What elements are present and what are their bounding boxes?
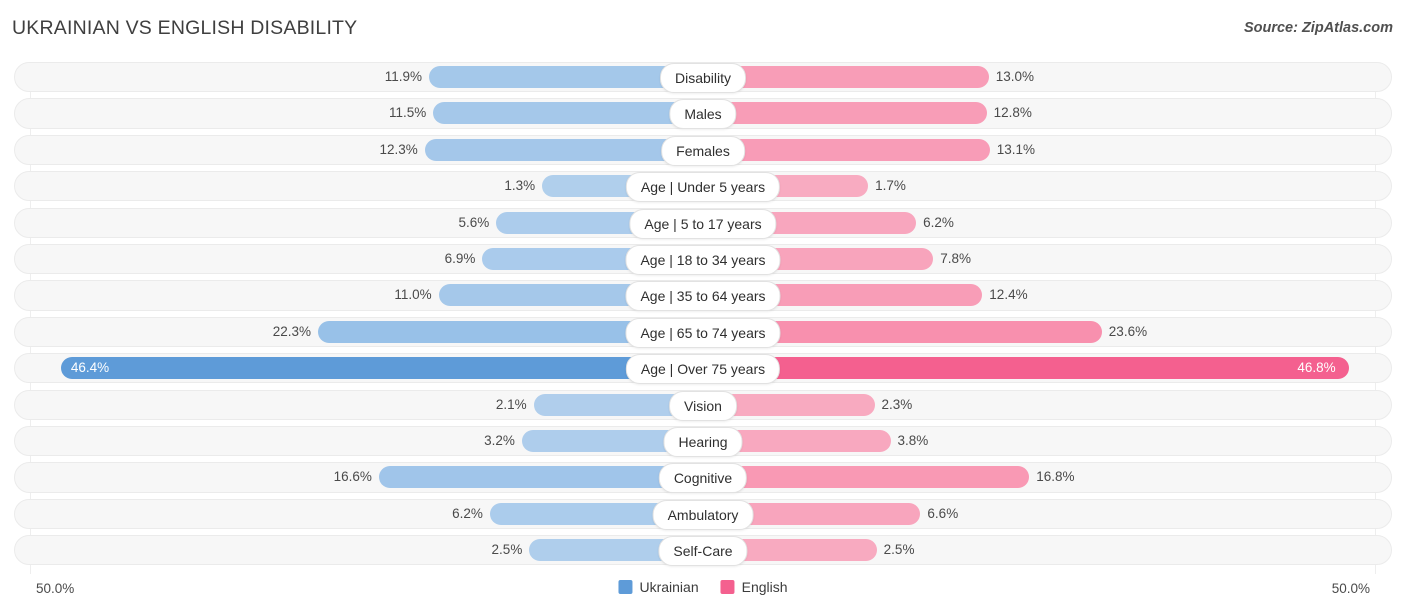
category-label: Age | 18 to 34 years [625,244,781,275]
value-label-ukrainian: 12.3% [379,141,418,157]
chart-row: 22.3% 23.6% Age | 65 to 74 years [0,316,1406,348]
value-label-english: 13.0% [995,69,1034,84]
value-label-english: 2.5% [883,542,915,558]
chart-row: 46.4% 46.8% Age | Over 75 years [0,353,1406,385]
category-label: Disability [659,63,747,93]
category-label: Age | Under 5 years [625,172,781,203]
bar-english [703,466,1030,489]
category-label: Females [661,135,745,166]
value-label-english: 6.6% [927,505,959,521]
bar-ukrainian [378,466,703,489]
value-label-english: 23.6% [1108,323,1148,339]
category-label: Cognitive [658,463,748,494]
chart-row: 11.9% 13.0% Disability [0,62,1406,93]
page-title: UKRAINIAN VS ENGLISH DISABILITY [12,17,358,39]
value-label-ukrainian: 11.9% [384,69,423,84]
chart-row: 16.6% 16.8% Cognitive [0,462,1406,494]
chart-header: UKRAINIAN VS ENGLISH DISABILITY Source: … [0,0,1406,56]
axis-label-right: 50.0% [1331,581,1370,596]
value-label-ukrainian: 11.5% [389,105,427,121]
legend-swatch-icon [720,580,735,594]
chart-rows: 11.9% 13.0% Disability 11.5% 12.8% Males 12.3%… [0,62,1406,571]
value-label-ukrainian: 6.9% [444,250,476,266]
category-label: Hearing [663,426,743,457]
chart-row: 6.9% 7.8% Age | 18 to 34 years [0,243,1406,275]
bar-english [703,357,1350,380]
value-label-ukrainian: 22.3% [272,323,312,339]
chart-legend: Ukrainian English [618,579,788,595]
bar-english [703,102,987,125]
chart-row: 12.3% 13.1% Females [0,134,1406,166]
value-label-english: 3.8% [897,432,929,448]
category-label: Age | Over 75 years [625,354,781,385]
axis-label-left: 50.0% [36,581,75,596]
chart-row: 11.5% 12.8% Males [0,98,1406,130]
category-label: Self-Care [658,536,748,567]
source-attribution: Source: ZipAtlas.com [1243,20,1393,36]
value-label-ukrainian: 5.6% [458,214,490,230]
value-label-ukrainian: 11.0% [394,287,432,303]
chart-row: 3.2% 3.8% Hearing [0,425,1406,457]
value-label-ukrainian: 2.1% [495,396,527,412]
chart-row: 6.2% 6.6% Ambulatory [0,498,1406,530]
bar-english [703,138,990,161]
value-label-english: 2.3% [881,396,913,412]
category-label: Age | 5 to 17 years [629,208,777,239]
legend-label: English [741,579,788,595]
chart-plot-area: 11.9% 13.0% Disability 11.5% 12.8% Males 12.3%… [0,62,1406,574]
value-label-english: 1.7% [875,178,906,194]
category-label: Vision [669,390,737,421]
legend-item: English [720,579,788,595]
value-label-ukrainian: 1.3% [504,178,536,194]
value-label-english: 7.8% [940,250,971,266]
value-label-ukrainian: 3.2% [484,432,515,448]
chart-footer: 50.0% 50.0% Ukrainian English [0,574,1406,612]
chart-row: 1.3% 1.7% Age | Under 5 years [0,171,1406,203]
category-label: Age | 65 to 74 years [625,317,781,348]
chart-row: 2.5% 2.5% Self-Care [0,535,1406,567]
value-label-ukrainian: 46.4% [70,360,110,376]
legend-swatch-icon [618,580,633,594]
value-label-english: 13.1% [996,141,1036,157]
value-label-ukrainian: 2.5% [491,542,523,558]
chart-row: 5.6% 6.2% Age | 5 to 17 years [0,207,1406,239]
value-label-english: 6.2% [923,214,954,230]
value-label-english: 16.8% [1036,469,1075,485]
legend-label: Ukrainian [639,579,699,595]
bar-ukrainian [60,357,703,380]
category-label: Ambulatory [652,499,754,530]
chart-row: 11.0% 12.4% Age | 35 to 64 years [0,280,1406,312]
bar-ukrainian [433,102,703,125]
legend-item: Ukrainian [618,579,699,595]
category-label: Age | 35 to 64 years [625,281,781,312]
category-label: Males [669,99,737,130]
value-label-english: 12.4% [989,287,1028,303]
value-label-english: 46.8% [1297,360,1336,376]
chart-row: 2.1% 2.3% Vision [0,389,1406,421]
value-label-ukrainian: 6.2% [452,505,483,521]
value-label-ukrainian: 16.6% [333,469,372,485]
value-label-english: 12.8% [993,105,1032,121]
